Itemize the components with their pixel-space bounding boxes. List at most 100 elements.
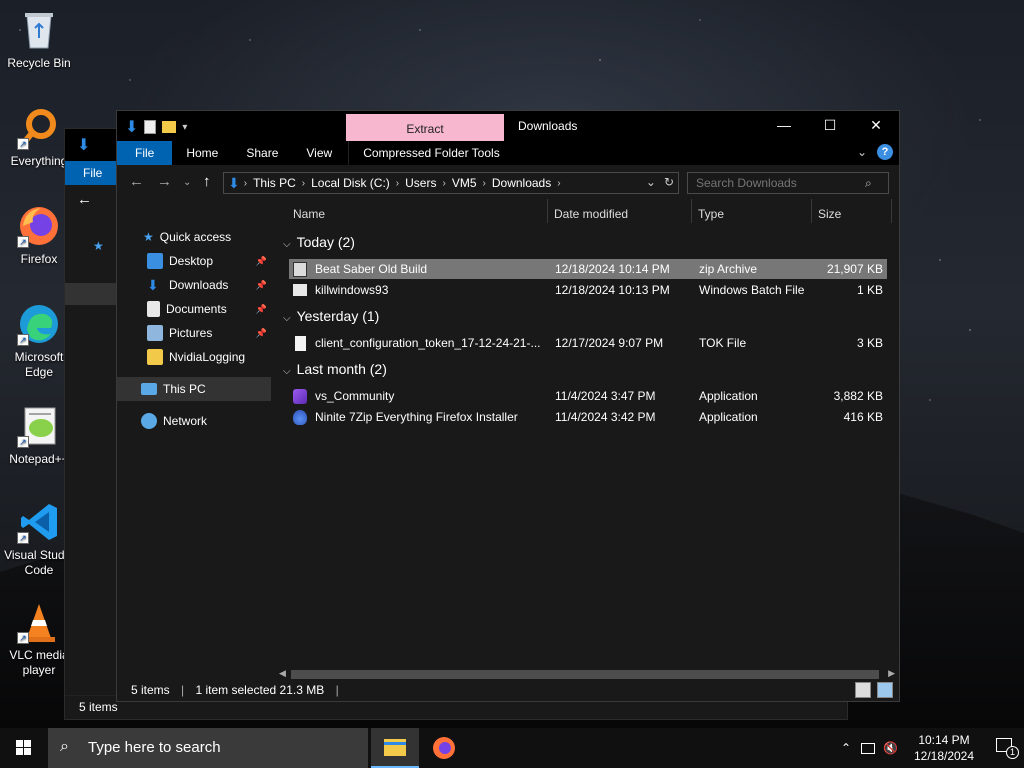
scroll-right-arrow-icon[interactable]: ▶ [888,668,895,679]
help-icon[interactable]: ? [877,144,893,160]
notification-center-button[interactable]: 1 [984,728,1024,768]
desktop-icon-recycle-bin[interactable]: Recycle Bin [4,8,74,71]
shortcut-arrow-icon: ↗ [17,236,29,248]
column-divider[interactable] [691,199,692,223]
forward-arrow-icon[interactable]: → [157,173,172,190]
tab-file[interactable]: File [117,141,173,165]
column-divider[interactable] [547,199,548,223]
close-button[interactable]: ✕ [853,111,899,141]
clock-date: 12/18/2024 [913,749,975,763]
window-title: Downloads [518,119,578,133]
up-arrow-icon[interactable]: ↑ [203,173,211,190]
breadcrumb-downloads[interactable]: Downloads [486,176,557,190]
column-name[interactable]: Name [293,207,325,221]
volume-muted-icon[interactable]: 🔇 [883,741,898,755]
status-divider: | [181,683,185,697]
maximize-button[interactable]: ☐ [807,111,853,141]
nav-item-pictures[interactable]: Pictures 📌 [117,321,271,345]
group-header-last-month[interactable]: ⌵ Last month (2) [283,361,387,377]
clock[interactable]: 10:14 PM 12/18/2024 [904,732,984,764]
column-size[interactable]: Size [818,207,841,221]
star-icon: ★ [93,239,104,253]
tab-view[interactable]: View [292,141,346,165]
column-date-modified[interactable]: Date modified [554,207,628,221]
nav-item-label: NvidiaLogging [169,350,246,364]
network-icon[interactable] [861,742,876,754]
notification-badge: 1 [1006,746,1019,759]
nav-item-nvidialogging[interactable]: NvidiaLogging [117,345,271,369]
chevron-down-icon[interactable]: ⌄ [857,145,867,159]
chevron-down-icon[interactable]: ⌄ [646,175,656,189]
tab-share[interactable]: Share [232,141,292,165]
file-row-killwindows93[interactable]: killwindows93 12/18/2024 10:13 PM Window… [289,280,887,300]
navigation-bar: ← → ⌄ ↑ ⬇ › This PC › Local Disk (C:) › … [117,165,899,199]
nav-item-documents[interactable]: Documents 📌 [117,297,271,321]
system-tray: ⌃ 🔇 10:14 PM 12/18/2024 1 [841,728,1024,768]
scroll-left-arrow-icon[interactable]: ◀ [279,668,286,679]
group-header-today[interactable]: ⌵ Today (2) [283,234,355,250]
download-arrow-icon: ⬇ [77,137,91,154]
group-label: Today (2) [296,234,355,250]
properties-icon[interactable] [144,120,157,134]
column-divider[interactable] [891,199,892,223]
breadcrumb-this-pc[interactable]: This PC [247,176,302,190]
file-row-beat-saber[interactable]: Beat Saber Old Build 12/18/2024 10:14 PM… [289,259,887,279]
extract-context-tab[interactable]: Extract [346,114,504,141]
nav-item-network[interactable]: Network [117,409,271,433]
recent-locations-chevron-icon[interactable]: ⌄ [183,177,191,188]
file-row-client-configuration-token[interactable]: client_configuration_token_17-12-24-21-.… [289,333,887,353]
pin-icon: 📌 [255,279,267,290]
nav-item-this-pc[interactable]: This PC [117,377,271,401]
nav-item-quick-access[interactable]: ★ Quick access [117,225,271,249]
taskbar-search-box[interactable]: Type here to search [48,728,368,768]
shortcut-arrow-icon: ↗ [17,138,29,150]
back-arrow-icon[interactable]: ← [129,173,144,190]
large-icons-view-icon[interactable] [877,682,893,698]
download-arrow-icon[interactable]: ⬇ [125,117,138,137]
bg-file-tab[interactable]: File [65,161,117,185]
file-date: 11/4/2024 3:47 PM [555,389,656,403]
scrollbar-thumb[interactable] [291,670,879,679]
taskbar-file-explorer[interactable] [371,728,419,768]
start-button[interactable] [0,728,48,768]
file-row-ninite-installer[interactable]: Ninite 7Zip Everything Firefox Installer… [289,407,887,427]
address-bar[interactable]: ⬇ › This PC › Local Disk (C:) › Users › … [223,172,679,194]
breadcrumb-local-disk[interactable]: Local Disk (C:) [305,176,396,190]
chevron-right-icon: › [557,177,561,189]
chevron-down-icon: ⌵ [283,239,291,250]
document-icon [295,336,306,351]
shortcut-arrow-icon: ↗ [17,436,29,448]
batch-file-icon [293,284,307,296]
breadcrumb-users[interactable]: Users [399,176,442,190]
taskbar-firefox[interactable] [420,728,468,768]
column-divider[interactable] [811,199,812,223]
download-arrow-icon: ⬇ [147,276,159,293]
file-row-vs-community[interactable]: vs_Community 11/4/2024 3:47 PM Applicati… [289,386,887,406]
breadcrumb-vm5[interactable]: VM5 [446,176,483,190]
chevron-up-icon[interactable]: ⌃ [841,741,851,755]
refresh-icon[interactable]: ↻ [664,175,674,189]
file-name: vs_Community [315,389,395,403]
everything-icon: ↗ [17,106,61,150]
file-list: Name Date modified Type Size ⌵ Today (2) … [273,199,899,667]
taskbar: Type here to search ⌕ ⌃ 🔇 10:14 PM 12/18… [0,728,1024,768]
chevron-down-icon[interactable]: ▾ [182,122,187,133]
column-type[interactable]: Type [698,207,724,221]
nav-item-desktop[interactable]: Desktop 📌 [117,249,271,273]
shortcut-arrow-icon: ↗ [17,632,29,644]
tab-home[interactable]: Home [172,141,232,165]
search-input[interactable] [687,172,889,194]
tab-compressed-folder-tools[interactable]: Compressed Folder Tools [348,141,514,165]
pin-icon: 📌 [255,303,267,314]
details-view-icon[interactable] [855,682,871,698]
notepad-plus-plus-icon: ↗ [17,404,61,448]
group-label: Last month (2) [296,361,387,377]
new-folder-icon[interactable] [162,121,177,133]
nav-item-downloads[interactable]: ⬇ Downloads 📌 [117,273,271,297]
minimize-button[interactable]: — [761,111,807,141]
group-header-yesterday[interactable]: ⌵ Yesterday (1) [283,308,379,324]
file-size: 3 KB [856,336,883,350]
back-arrow-icon[interactable]: ← [77,191,92,208]
explorer-window[interactable]: ⬇ ▾ Extract Downloads — ☐ ✕ File Home Sh… [116,110,900,702]
title-bar[interactable]: ⬇ ▾ Extract Downloads — ☐ ✕ [117,111,899,141]
